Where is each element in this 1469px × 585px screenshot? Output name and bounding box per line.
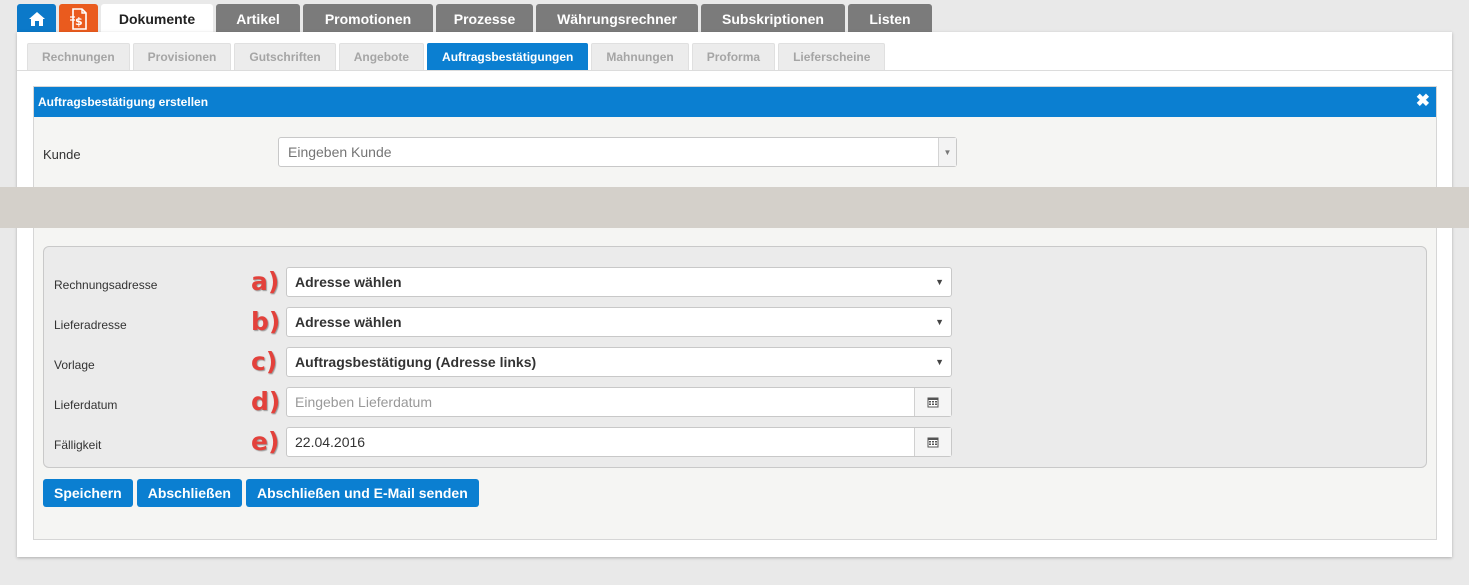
marker-b: b) <box>251 307 281 336</box>
subtab-proforma[interactable]: Proforma <box>691 43 776 70</box>
calendar-icon <box>927 437 939 448</box>
caret-down-icon: ▼ <box>935 277 944 287</box>
tab-waehrungsrechner[interactable]: Währungsrechner <box>536 4 698 33</box>
subtab-provisionen[interactable]: Provisionen <box>132 43 232 70</box>
kunde-dropdown-button[interactable]: ▼ <box>938 138 956 166</box>
tab-home[interactable] <box>17 4 56 33</box>
dialog-title: Auftragsbestätigung erstellen <box>38 95 209 109</box>
rechnungsadresse-label: Rechnungsadresse <box>54 278 158 292</box>
tab-promotionen[interactable]: Promotionen <box>303 4 433 33</box>
lieferdatum-input[interactable] <box>287 388 907 416</box>
dialog-header: Auftragsbestätigung erstellen ✖ <box>34 87 1436 117</box>
kunde-combobox: ▼ <box>278 137 957 167</box>
finalize-button[interactable]: Abschließen <box>136 479 242 507</box>
subtab-gutschriften[interactable]: Gutschriften <box>234 43 336 70</box>
lieferdatum-calendar-button[interactable] <box>914 388 951 416</box>
save-button[interactable]: Speichern <box>43 479 133 507</box>
tab-subskriptionen[interactable]: Subskriptionen <box>701 4 845 33</box>
vorlage-select[interactable]: Auftragsbestätigung (Adresse links) ▼ <box>286 347 952 377</box>
overlay-band <box>0 187 1469 228</box>
svg-text:$: $ <box>75 15 83 28</box>
faelligkeit-calendar-button[interactable] <box>914 428 951 456</box>
tab-dokumente[interactable]: Dokumente <box>101 4 213 33</box>
tab-artikel[interactable]: Artikel <box>216 4 300 33</box>
finalize-and-email-button[interactable]: Abschließen und E-Mail senden <box>245 479 479 507</box>
kunde-label: Kunde <box>43 147 81 162</box>
kunde-input[interactable] <box>279 138 919 166</box>
marker-c: c) <box>251 347 278 376</box>
vorlage-value: Auftragsbestätigung (Adresse links) <box>295 354 537 370</box>
main-tab-bar: $ Dokumente Artikel Promotionen Prozesse… <box>17 4 935 33</box>
subtab-angebote[interactable]: Angebote <box>338 43 425 70</box>
caret-down-icon: ▼ <box>935 317 944 327</box>
document-euro-icon: $ <box>69 7 87 30</box>
subtab-mahnungen[interactable]: Mahnungen <box>591 43 689 70</box>
faelligkeit-input[interactable] <box>287 428 907 456</box>
calendar-icon <box>927 397 939 408</box>
lieferadresse-label: Lieferadresse <box>54 318 127 332</box>
caret-down-icon: ▼ <box>935 357 944 367</box>
subtab-auftragsbestaetigungen[interactable]: Auftragsbestätigungen <box>427 43 589 70</box>
faelligkeit-field <box>286 427 952 457</box>
lieferdatum-field <box>286 387 952 417</box>
tab-prozesse[interactable]: Prozesse <box>436 4 533 33</box>
home-icon <box>28 11 45 26</box>
marker-d: d) <box>251 387 281 416</box>
action-bar: Speichern Abschließen Abschließen und E-… <box>43 479 483 507</box>
lieferdatum-label: Lieferdatum <box>54 398 118 412</box>
tab-documents-icon[interactable]: $ <box>59 4 98 33</box>
marker-e: e) <box>251 427 280 456</box>
lieferadresse-value: Adresse wählen <box>295 314 402 330</box>
marker-a: a) <box>251 267 280 296</box>
vorlage-label: Vorlage <box>54 358 95 372</box>
subtab-rechnungen[interactable]: Rechnungen <box>27 43 130 70</box>
close-icon[interactable]: ✖ <box>1416 92 1430 110</box>
rechnungsadresse-value: Adresse wählen <box>295 274 402 290</box>
lieferadresse-select[interactable]: Adresse wählen ▼ <box>286 307 952 337</box>
faelligkeit-label: Fälligkeit <box>54 438 102 452</box>
document-fieldset: Rechnungsadresse a) Adresse wählen ▼ Lie… <box>43 246 1427 468</box>
tab-listen[interactable]: Listen <box>848 4 932 33</box>
subtab-lieferscheine[interactable]: Lieferscheine <box>778 43 886 70</box>
divider <box>17 70 1452 71</box>
rechnungsadresse-select[interactable]: Adresse wählen ▼ <box>286 267 952 297</box>
caret-down-icon: ▼ <box>943 147 952 157</box>
sub-tab-bar: Rechnungen Provisionen Gutschriften Ange… <box>27 43 888 70</box>
